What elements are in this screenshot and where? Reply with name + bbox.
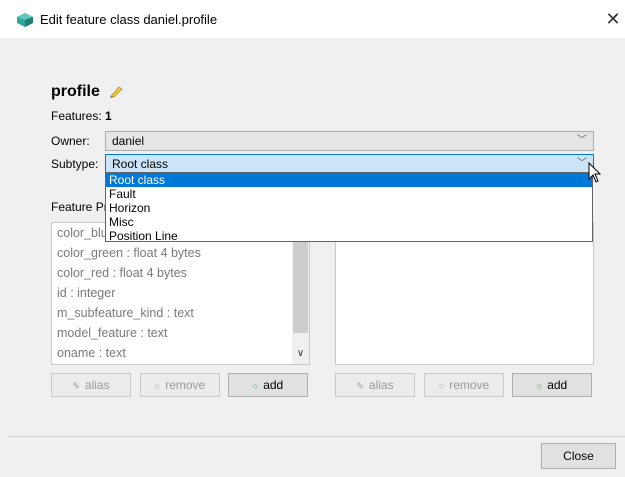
list-item[interactable]: model_feature : text <box>52 323 309 343</box>
subtype-dropdown-list: Root class Fault Horizon Misc Position L… <box>105 172 593 243</box>
remove-dot-icon: ○ <box>154 381 161 391</box>
chevron-down-icon: ﹀ <box>577 135 587 146</box>
feature-properties-label: Feature Pr <box>51 200 108 214</box>
list-item[interactable]: oname : text <box>52 343 309 363</box>
add-dot-icon: ○ <box>252 381 259 391</box>
close-button[interactable]: Close <box>541 443 616 469</box>
dropdown-option-horizon[interactable]: Horizon <box>106 201 592 215</box>
dropdown-option-fault[interactable]: Fault <box>106 187 592 201</box>
subtype-value: Root class <box>112 157 169 171</box>
chevron-down-icon: ﹀ <box>577 158 587 169</box>
dropdown-option-misc[interactable]: Misc <box>106 215 592 229</box>
window-title: Edit feature class daniel.profile <box>40 12 218 27</box>
owner-label: Owner: <box>51 134 90 148</box>
footer-divider <box>8 436 625 437</box>
add-dot-icon: ○ <box>536 381 543 391</box>
pencil-icon: ✎ <box>356 381 364 391</box>
owner-value: daniel <box>112 134 145 148</box>
left-alias-button[interactable]: ✎ alias <box>51 373 131 397</box>
list-item[interactable]: color_green : float 4 bytes <box>52 243 309 263</box>
features-label: Features: <box>51 109 102 123</box>
list-item[interactable]: color_red : float 4 bytes <box>52 263 309 283</box>
cube-logo-icon <box>17 13 33 27</box>
close-window-icon[interactable]: ✕ <box>603 9 623 29</box>
pencil-icon[interactable] <box>108 84 124 98</box>
owner-select[interactable]: daniel ﹀ <box>105 131 594 151</box>
right-add-button[interactable]: ○ add <box>512 373 592 397</box>
feature-class-name: profile <box>51 83 100 100</box>
assigned-properties-list[interactable] <box>335 222 594 365</box>
pencil-icon: ✎ <box>72 381 80 391</box>
scrollbar[interactable]: ∨ <box>292 223 309 364</box>
properties-list[interactable]: color_blue : float 4 bytes color_green :… <box>51 222 310 365</box>
dialog-window: Edit feature class daniel.profile ✕ prof… <box>0 0 625 477</box>
chevron-down-icon[interactable]: ∨ <box>292 348 309 362</box>
left-remove-button[interactable]: ○ remove <box>140 373 220 397</box>
dropdown-option-position-line[interactable]: Position Line <box>106 229 592 243</box>
subtype-select[interactable]: Root class ﹀ <box>105 154 594 174</box>
title-bar[interactable]: Edit feature class daniel.profile ✕ <box>0 0 625 38</box>
subtype-label: Subtype: <box>51 157 99 171</box>
dropdown-option-root-class[interactable]: Root class <box>106 173 592 187</box>
features-count: 1 <box>105 109 112 123</box>
list-item[interactable]: m_subfeature_kind : text <box>52 303 309 323</box>
mouse-pointer-icon <box>588 162 602 183</box>
remove-dot-icon: ○ <box>438 381 445 391</box>
right-alias-button[interactable]: ✎ alias <box>335 373 415 397</box>
left-add-button[interactable]: ○ add <box>228 373 308 397</box>
list-item[interactable]: id : integer <box>52 283 309 303</box>
right-remove-button[interactable]: ○ remove <box>424 373 504 397</box>
